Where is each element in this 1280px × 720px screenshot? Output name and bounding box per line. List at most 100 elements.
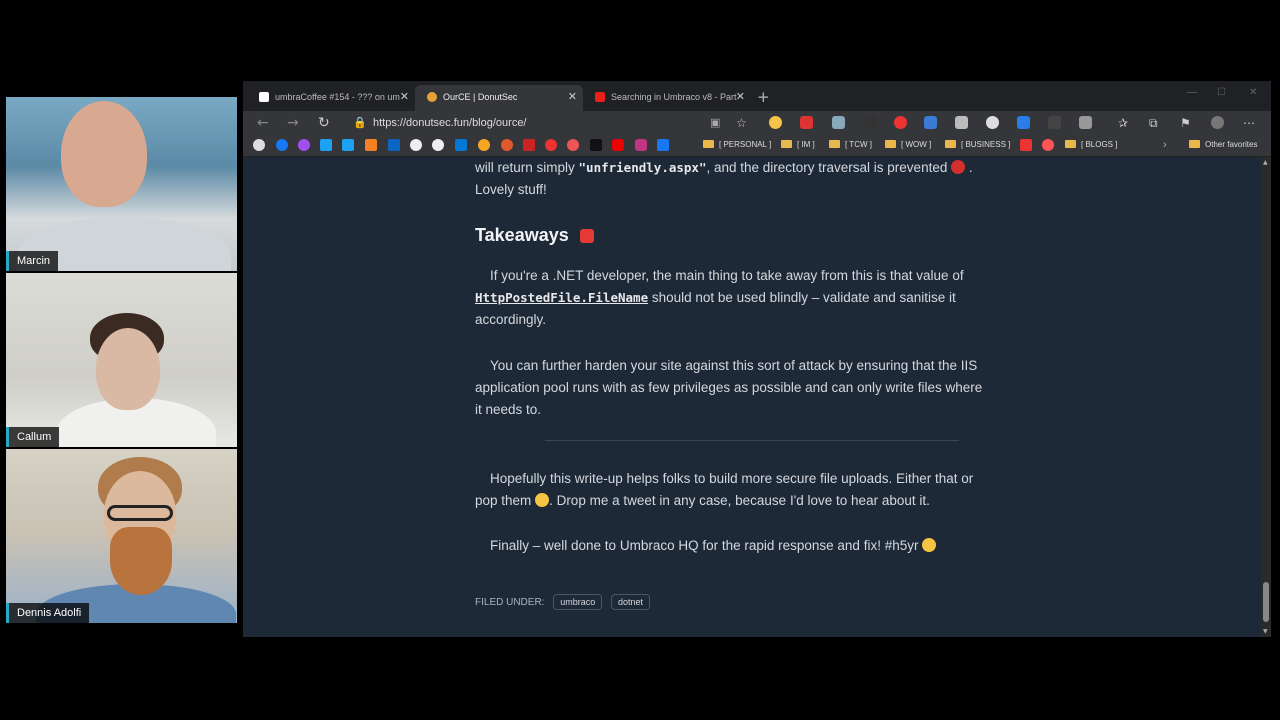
scrollbar[interactable]: ▲ ▼ [1261,157,1271,637]
bookmark-icon[interactable] [1042,139,1054,151]
bookmark-icon[interactable] [410,139,422,151]
donut-icon [427,92,437,102]
article-paragraph: Hopefully this write-up helps folks to b… [475,471,974,508]
tab-title: OurCE | DonutSec [443,92,518,102]
maximize-icon[interactable]: ☐ [1217,87,1226,98]
folder-icon [703,140,714,148]
video-tile-callum[interactable]: Callum [6,273,237,447]
star-icon[interactable]: ☆ [736,114,747,132]
tab-title: umbraCoffee #154 - ??? on um [275,92,400,102]
minimize-icon[interactable]: — [1187,87,1197,98]
reader-view-icon[interactable]: ▣ [710,114,720,132]
feedback-icon[interactable]: ⚑ [1180,114,1191,132]
filed-under: FILED UNDER: umbraco dotnet [475,594,651,610]
participant-beard [110,527,172,595]
bookmark-icon[interactable] [590,139,602,151]
bookmark-icon[interactable] [523,139,535,151]
emoji-extension-icon[interactable] [769,116,782,129]
folder-icon [1065,140,1076,148]
lastpass-icon[interactable] [800,116,813,129]
bookmarks-bar: [ PERSONAL ] [ IM ] [ TCW ] [ WOW ] [ BU… [243,135,1271,157]
bookmark-icon[interactable] [1020,139,1032,151]
bookmark-icon[interactable] [253,139,265,151]
forward-icon[interactable]: → [287,114,299,132]
extension-icon[interactable] [955,116,968,129]
bookmark-folder[interactable]: [ TCW ] [829,138,872,152]
linkedin-icon[interactable] [388,139,400,151]
tab-donutsec[interactable]: OurCE | DonutSec ✕ [415,85,583,111]
url-text: https://donutsec.fun/blog/ource/ [373,117,527,129]
facebook-icon[interactable] [657,139,669,151]
twitter-icon[interactable] [320,139,332,151]
instagram-icon[interactable] [635,139,647,151]
article-paragraph: If you're a .NET developer, the main thi… [475,268,964,327]
bookmark-folder[interactable]: [ IM ] [781,138,815,152]
code-link[interactable]: HttpPostedFile.FileName [475,290,648,305]
bookmark-folder[interactable]: [ WOW ] [885,138,931,152]
stackoverflow-icon[interactable] [365,139,377,151]
article-page: will return simply "unfriendly.aspx", an… [243,157,1261,637]
extension-icon[interactable] [1048,116,1061,129]
scrollbar-thumb[interactable] [1263,582,1269,622]
youtube-icon[interactable] [612,139,624,151]
twitter-icon[interactable] [342,139,354,151]
messenger-icon[interactable] [298,139,310,151]
tag-dotnet[interactable]: dotnet [611,594,651,610]
extension-icon[interactable] [894,116,907,129]
extension-icon[interactable] [986,116,999,129]
scroll-down-icon[interactable]: ▼ [1263,628,1268,635]
folder-icon [885,140,896,148]
tab-umbracoffee[interactable]: umbraCoffee #154 - ??? on um ✕ [247,85,415,111]
participant-name-label: Marcin [6,251,59,271]
bookmark-icon[interactable] [501,139,513,151]
close-icon[interactable]: ✕ [400,85,409,109]
tag-umbraco[interactable]: umbraco [553,594,603,610]
extension-icon[interactable] [1079,116,1092,129]
tab-searching-umbraco[interactable]: Searching in Umbraco v8 - Part ✕ [583,85,751,111]
collections-icon[interactable]: ⧉ [1149,114,1158,132]
bookmark-folder[interactable]: [ BUSINESS ] [945,138,1010,152]
participant-name-label: Callum [6,427,60,447]
browser-window: umbraCoffee #154 - ??? on um ✕ OurCE | D… [243,81,1271,637]
bookmark-icon[interactable] [545,139,557,151]
scroll-up-icon[interactable]: ▲ [1263,159,1268,166]
close-icon[interactable]: ✕ [736,85,745,109]
tab-title: Searching in Umbraco v8 - Part [611,92,737,102]
bookmark-icon[interactable] [567,139,579,151]
facebook-icon[interactable] [276,139,288,151]
article-paragraph: will return simply "unfriendly.aspx", an… [475,160,973,197]
clapping-emoji-icon [922,538,937,552]
back-icon[interactable]: ← [257,114,269,132]
folder-icon [945,140,956,148]
other-favorites[interactable]: Other favorites [1189,138,1257,152]
video-tile-marcin[interactable]: Marcin [6,97,237,271]
fries-emoji-icon [579,229,594,243]
tab-bar: umbraCoffee #154 - ??? on um ✕ OurCE | D… [243,81,1271,111]
extension-icon[interactable] [924,116,937,129]
participant-name-label: Dennis Adolfi [6,603,90,623]
article-paragraph: Finally – well done to Umbraco HQ for th… [475,535,1025,557]
refresh-icon[interactable]: ↻ [318,114,330,132]
bookmark-folder[interactable]: [ PERSONAL ] [703,138,771,152]
bookmark-folder[interactable]: [ BLOGS ] [1065,138,1117,152]
twitch-icon [259,92,269,102]
folder-icon [781,140,792,148]
profile-avatar-icon[interactable] [1211,116,1224,129]
url-field[interactable]: 🔒 https://donutsec.fun/blog/ource/ [345,113,755,133]
video-tile-dennis[interactable]: Dennis Adolfi [6,449,237,623]
chevron-right-icon[interactable]: › [1163,138,1167,152]
bookmark-icon[interactable] [478,139,490,151]
azure-icon[interactable] [455,139,467,151]
close-icon[interactable]: ✕ [568,85,577,109]
extension-icon[interactable] [832,116,845,129]
favorites-icon[interactable]: ✰ [1118,114,1128,132]
divider [545,440,959,441]
more-menu-icon[interactable]: ⋯ [1243,114,1255,132]
github-icon[interactable] [432,139,444,151]
extension-icon[interactable] [864,116,877,129]
window-close-icon[interactable]: ✕ [1249,87,1257,98]
new-tab-button[interactable]: + [757,85,770,109]
extension-icon[interactable] [1017,116,1030,129]
address-bar: ← → ↻ 🔒 https://donutsec.fun/blog/ource/… [243,111,1271,135]
participant-head [96,328,160,410]
